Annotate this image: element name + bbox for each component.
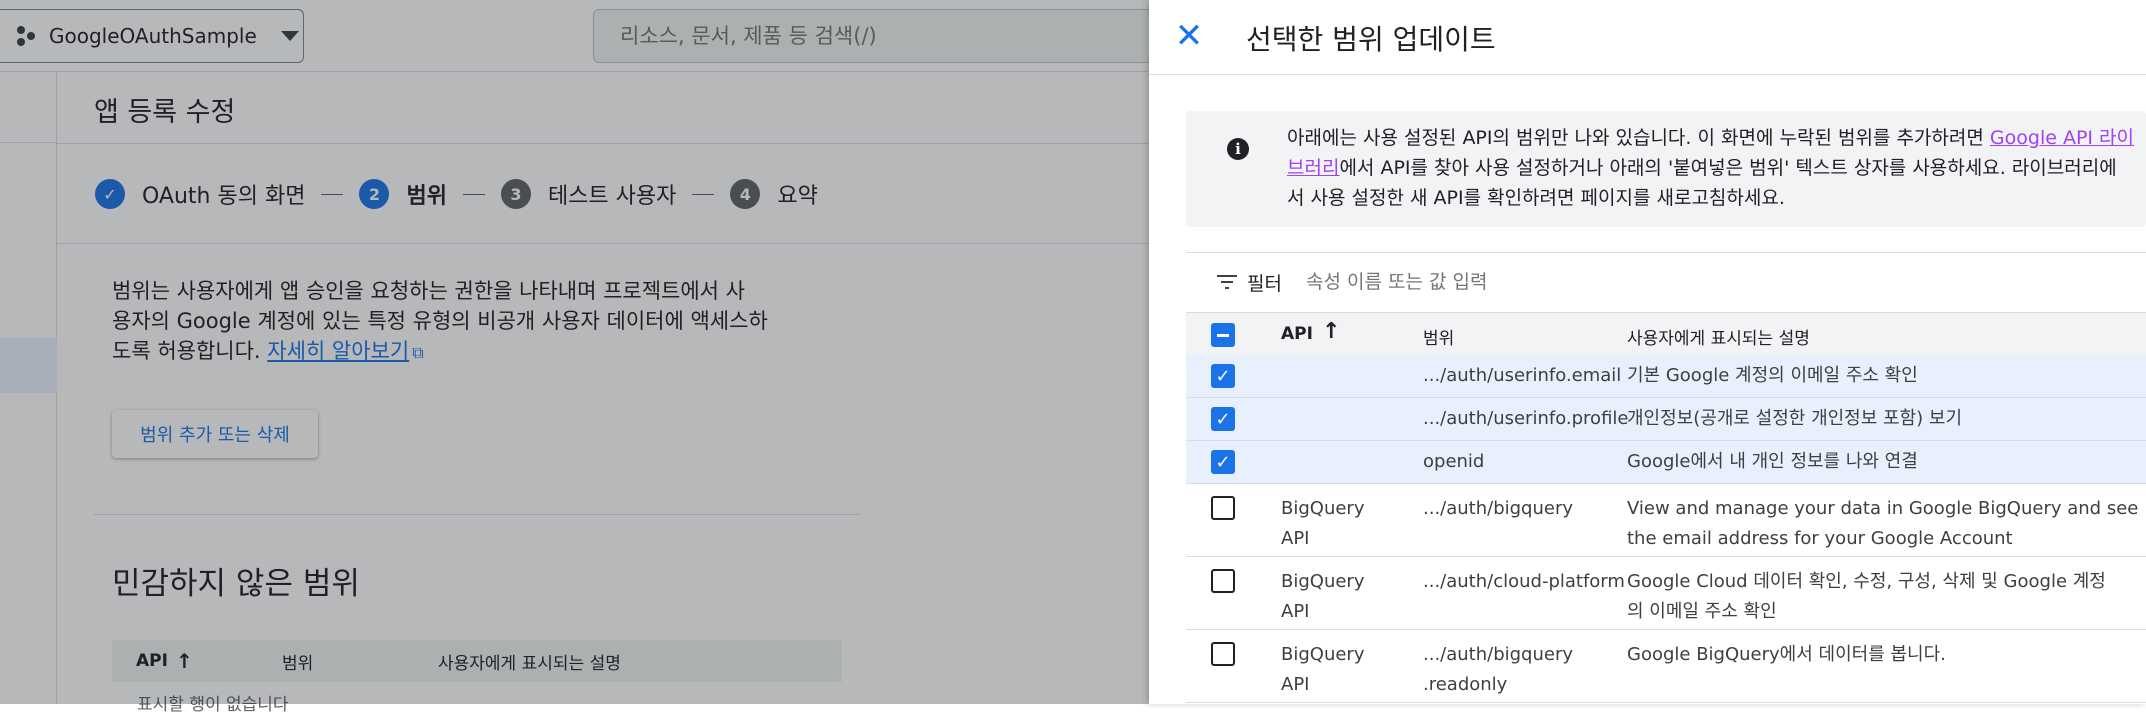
row-checkbox[interactable] [1211,496,1235,520]
modal-scrim[interactable] [0,0,1150,704]
row-description: Google Cloud 데이터 확인, 수정, 구성, 삭제 및 Google… [1627,571,2106,622]
filter-icon[interactable] [1217,274,1237,290]
sort-arrow-up-icon[interactable]: ↑ [1322,319,1340,344]
row-description: View and manage your data in Google BigQ… [1627,498,2139,549]
row-checkbox[interactable]: ✓ [1211,450,1235,474]
row-api: BigQuery API [1281,498,1365,549]
row-api: BigQuery API [1281,644,1365,695]
filter-input[interactable] [1303,270,1804,294]
divider [1149,74,2146,75]
row-description: Google BigQuery에서 데이터를 봅니다. [1627,644,1946,665]
column-header-description: 사용자에게 표시되는 설명 [1627,329,1810,349]
row-scope: .../auth/userinfo.profile [1423,408,1629,429]
row-scope: .../auth/bigquery [1423,498,1574,519]
row-scope: .../auth/cloud-platform [1423,571,1625,592]
table-row[interactable]: BigQuery API .../auth/bigquery .readonly … [1186,630,2146,703]
table-row[interactable]: BigQuery API .../auth/cloud-platform Goo… [1186,557,2146,630]
close-icon[interactable]: ✕ [1171,16,1207,56]
panel-title: 선택한 범위 업데이트 [1246,23,1496,56]
row-checkbox[interactable] [1211,642,1235,666]
info-text: 아래에는 사용 설정된 API의 범위만 나와 있습니다. 이 화면에 누락된 … [1287,127,2135,209]
row-scope: .../auth/bigquery .readonly [1423,644,1574,695]
filter-label: 필터 [1247,272,1282,295]
table-row[interactable]: ✓ openid Google에서 내 개인 정보를 나와 연결 [1186,441,2146,484]
row-checkbox[interactable]: ✓ [1211,364,1235,388]
row-scope: .../auth/userinfo.email [1423,365,1622,386]
info-banner: i 아래에는 사용 설정된 API의 범위만 나와 있습니다. 이 화면에 누락… [1186,111,2146,227]
scopes-table: API ↑ 범위 사용자에게 표시되는 설명 ✓ .../auth/userin… [1186,312,2146,703]
api-library-link-cont[interactable]: 브러리 [1287,157,1339,179]
column-header-api[interactable]: API [1281,324,1313,344]
filter-bar: 필터 [1186,253,2146,311]
row-scope: openid [1423,451,1485,472]
table-row[interactable]: BigQuery API .../auth/bigquery View and … [1186,484,2146,557]
row-description: Google에서 내 개인 정보를 나와 연결 [1627,451,1918,472]
row-checkbox[interactable]: ✓ [1211,407,1235,431]
api-library-link[interactable]: Google API 라이 [1990,127,2134,149]
column-header-scope: 범위 [1423,329,1455,349]
table-row[interactable]: ✓ .../auth/userinfo.email 기본 Google 계정의 … [1186,355,2146,398]
row-description: 개인정보(공개로 설정한 개인정보 포함) 보기 [1627,408,1963,429]
select-all-checkbox[interactable] [1211,323,1235,347]
info-icon: i [1227,138,1249,160]
row-checkbox[interactable] [1211,569,1235,593]
row-api: BigQuery API [1281,571,1365,622]
table-header: API ↑ 범위 사용자에게 표시되는 설명 [1186,312,2146,355]
update-scopes-panel: ✕ 선택한 범위 업데이트 i 아래에는 사용 설정된 API의 범위만 나와 … [1149,0,2146,704]
table-row[interactable]: ✓ .../auth/userinfo.profile 개인정보(공개로 설정한… [1186,398,2146,441]
row-description: 기본 Google 계정의 이메일 주소 확인 [1627,365,1918,386]
